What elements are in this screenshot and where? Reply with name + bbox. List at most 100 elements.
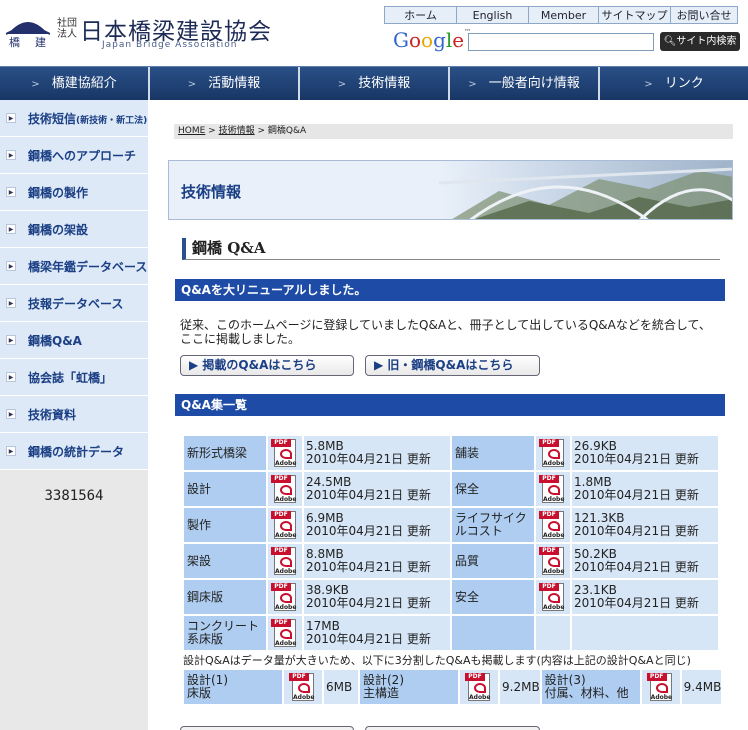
association-logo-icon[interactable]: 橋 建 <box>6 12 50 48</box>
qa-category-name: 安全 <box>452 580 534 614</box>
chevron-right-icon: > <box>468 79 477 90</box>
bottom-old-qa-button[interactable] <box>365 726 540 730</box>
pdf-icon[interactable]: PDF Adobe <box>539 545 567 577</box>
sidebar-item[interactable]: ▶ 協会誌「虹橋」 <box>0 359 148 396</box>
pdf-icon[interactable]: PDF Adobe <box>271 545 299 577</box>
qa-file-info: 6.9MB 2010年04月21日 更新 <box>304 508 450 542</box>
sidebar: ▶ 技術短信(新技術・新工法) ▶ 鋼橋へのアプローチ ▶ 鋼橋の製作 ▶ 鋼橋の架設 ▶ 橋梁年… <box>0 100 148 730</box>
pdf-icon[interactable]: PDF Adobe <box>539 509 567 541</box>
qa-file-info: 8.8MB 2010年04月21日 更新 <box>304 544 450 578</box>
breadcrumb-current: 鋼橋Q&A <box>267 126 307 136</box>
old-qa-button[interactable]: ▶ 旧・鋼橋Q&Aはこちら <box>365 355 540 376</box>
qa-file-info: 24.5MB 2010年04月21日 更新 <box>304 472 450 506</box>
qa-category-name: 品質 <box>452 544 534 578</box>
renewal-header: Q&Aを大リニューアルしました。 <box>175 279 725 301</box>
sidebar-item[interactable]: ▶ 鋼橋の製作 <box>0 174 148 211</box>
sidebar-item[interactable]: ▶ 鋼橋Q&A <box>0 322 148 359</box>
qa-category-name: 新形式橋梁 <box>184 436 266 470</box>
section-banner: 技術情報 <box>168 160 733 220</box>
current-qa-button[interactable]: ▶ 掲載のQ&Aはこちら <box>180 355 354 376</box>
qa-category-name: ライフサイクルコスト <box>452 508 534 542</box>
chevron-right-icon: > <box>187 79 197 90</box>
visitor-counter: 3381564 <box>44 488 104 504</box>
design-split-table: 設計(1) 床版 PDF Adobe 6MB 設計(2) 主構造 PDF Adobe 9.2M… <box>182 668 723 706</box>
qa-list-header: Q&A集一覧 <box>175 394 725 416</box>
main-navigation: > 橋建協紹介 > 活動情報 > 技術情報 > 一般者向け情報 > リンク <box>0 66 748 100</box>
qa-category-name: 保全 <box>452 472 534 506</box>
chevron-right-icon: ▶ <box>6 298 16 308</box>
design-part-name: 設計(1) 床版 <box>184 670 282 704</box>
logo-subtitle: 社団法人 <box>57 18 77 40</box>
sidebar-item[interactable]: ▶ 橋梁年鑑データベース <box>0 248 148 285</box>
breadcrumb-home-link[interactable]: HOME <box>178 126 205 136</box>
nav-links[interactable]: > リンク <box>600 67 748 100</box>
table-row: 製作 PDF Adobe 6.9MB 2010年04月21日 更新 ライフサイクルコスト P… <box>184 508 718 542</box>
pdf-icon[interactable]: PDF Adobe <box>465 671 493 703</box>
bottom-current-qa-button[interactable] <box>180 726 354 730</box>
sidebar-item[interactable]: ▶ 鋼橋へのアプローチ <box>0 137 148 174</box>
pdf-icon[interactable]: PDF Adobe <box>539 473 567 505</box>
banner-title: 技術情報 <box>181 183 242 201</box>
table-row: 架設 PDF Adobe 8.8MB 2010年04月21日 更新 品質 PDF Adobe 5… <box>184 544 718 578</box>
chevron-right-icon: > <box>337 79 347 90</box>
site-header: 橋 建 社団法人 日本橋梁建設協会 Japan Bridge Associati… <box>0 0 748 66</box>
table-row: 設計 PDF Adobe 24.5MB 2010年04月21日 更新 保全 PDF Adobe… <box>184 472 718 506</box>
sidebar-menu: ▶ 技術短信(新技術・新工法) ▶ 鋼橋へのアプローチ ▶ 鋼橋の製作 ▶ 鋼橋の架設 ▶ 橋梁年… <box>0 100 148 470</box>
svg-text:橋: 橋 <box>9 35 20 48</box>
qa-category-name: 製作 <box>184 508 266 542</box>
qa-file-info: 23.1KB 2010年04月21日 更新 <box>572 580 718 614</box>
pdf-icon[interactable]: PDF Adobe <box>289 671 317 703</box>
intro-text: 従来、このホームページに登録していましたQ&Aと、冊子として出しているQ&Aなど… <box>180 318 711 346</box>
pdf-icon[interactable]: PDF Adobe <box>271 509 299 541</box>
chevron-right-icon: ▶ <box>6 150 16 160</box>
qa-category-name: コンクリート系床版 <box>184 616 266 650</box>
chevron-right-icon: ▶ <box>6 335 16 345</box>
top-link-member[interactable]: Member <box>528 6 598 24</box>
breadcrumb-tech-link[interactable]: 技術情報 <box>219 126 255 136</box>
top-link-home[interactable]: ホーム <box>384 6 456 24</box>
pdf-icon[interactable]: PDF Adobe <box>271 617 299 649</box>
search-icon: 🔍︎ <box>663 36 677 47</box>
sidebar-item[interactable]: ▶ 鋼橋の統計データ <box>0 433 148 470</box>
search-input[interactable] <box>468 33 654 51</box>
google-logo: Google™ <box>393 28 472 52</box>
pdf-icon[interactable]: PDF Adobe <box>539 581 567 613</box>
design-part-size: 9.4MB <box>681 670 722 704</box>
sidebar-item[interactable]: ▶ 技術短信(新技術・新工法) <box>0 100 148 137</box>
pdf-icon[interactable]: PDF Adobe <box>271 581 299 613</box>
table-row: 鋼床版 PDF Adobe 38.9KB 2010年04月21日 更新 安全 PDF Adob… <box>184 580 718 614</box>
qa-file-info: 50.2KB 2010年04月21日 更新 <box>572 544 718 578</box>
chevron-right-icon: ▶ <box>6 224 16 234</box>
nav-public[interactable]: > 一般者向け情報 <box>450 67 600 100</box>
nav-technical[interactable]: > 技術情報 <box>300 67 450 100</box>
breadcrumb: HOME > 技術情報 > 鋼橋Q&A <box>174 124 733 139</box>
table-row: 設計(1) 床版 PDF Adobe 6MB 設計(2) 主構造 PDF Adobe 9.2M… <box>184 670 722 704</box>
chevron-right-icon: ▶ <box>6 261 16 271</box>
chevron-right-icon: ▶ <box>6 113 16 123</box>
qa-file-info: 17MB 2010年04月21日 更新 <box>304 616 450 650</box>
pdf-icon[interactable]: PDF Adobe <box>539 437 567 469</box>
pdf-icon[interactable]: PDF Adobe <box>271 473 299 505</box>
qa-file-info: 1.8MB 2010年04月21日 更新 <box>572 472 718 506</box>
chevron-right-icon: ▶ <box>6 446 16 456</box>
chevron-right-icon: > <box>31 79 40 90</box>
nav-activities[interactable]: > 活動情報 <box>150 67 300 100</box>
qa-file-info: 38.9KB 2010年04月21日 更新 <box>304 580 450 614</box>
sidebar-item[interactable]: ▶ 鋼橋の架設 <box>0 211 148 248</box>
design-part-name: 設計(3) 付属、材料、他 <box>541 670 640 704</box>
design-part-size: 6MB <box>324 670 358 704</box>
site-search-button[interactable]: 🔍︎サイト内検索 <box>660 32 740 51</box>
chevron-right-icon: ▶ <box>6 372 16 382</box>
svg-text:建: 建 <box>35 35 46 48</box>
sidebar-item[interactable]: ▶ 技術資料 <box>0 396 148 433</box>
sidebar-item[interactable]: ▶ 技報データベース <box>0 285 148 322</box>
pdf-icon[interactable]: PDF Adobe <box>271 437 299 469</box>
top-link-english[interactable]: English <box>456 6 528 24</box>
nav-about[interactable]: > 橋建協紹介 <box>0 67 150 100</box>
top-link-sitemap[interactable]: サイトマップ <box>598 6 670 24</box>
chevron-right-icon: ▶ <box>6 187 16 197</box>
top-link-contact[interactable]: お問い合せ <box>670 6 738 24</box>
design-part-name: 設計(2) 主構造 <box>360 670 458 704</box>
pdf-icon[interactable]: PDF Adobe <box>646 671 675 703</box>
qa-category-name: 設計 <box>184 472 266 506</box>
